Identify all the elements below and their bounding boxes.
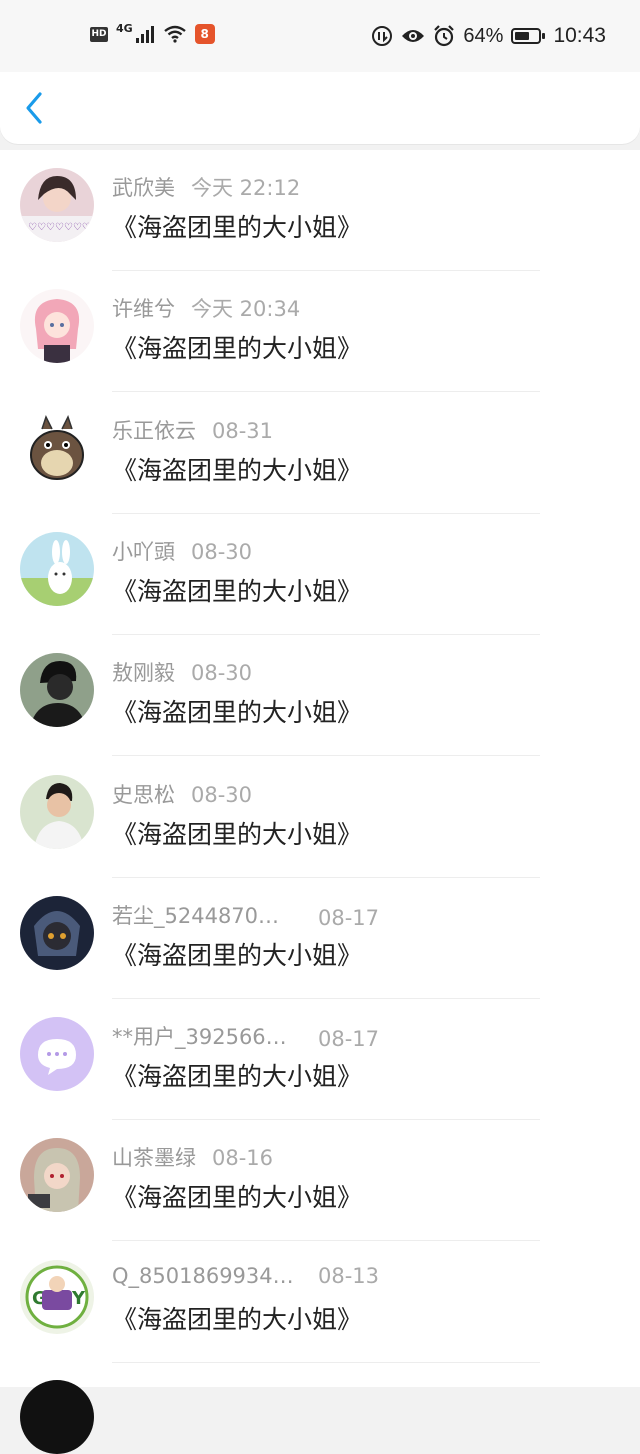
item-meta: 敖刚毅 08-30 [112,657,252,687]
list-item[interactable]: G Y Q_8501869934… 08-13 《海盗团里的大小姐》 [0,1242,640,1363]
book-title[interactable]: 《海盗团里的大小姐》 [112,451,362,487]
item-meta: **用户_392566… 08-17 [112,1021,379,1051]
timestamp: 08-17 [318,1027,380,1052]
user-name[interactable]: 许维兮 [112,293,175,323]
book-title[interactable]: 《海盗团里的大小姐》 [112,1178,362,1214]
book-title[interactable]: 《海盗团里的大小姐》 [112,1057,362,1093]
status-bar: HD 4G 8 64% 10:43 [0,0,640,72]
user-name[interactable]: 乐正依云 [112,415,196,445]
avatar[interactable] [20,774,94,849]
avatar-partial [20,1380,94,1454]
signal-icon [135,26,154,43]
list-item[interactable]: 敖刚毅 08-30 《海盗团里的大小姐》 [0,635,640,757]
user-name[interactable]: **用户_392566… [112,1021,302,1051]
list-item[interactable]: **用户_392566… 08-17 《海盗团里的大小姐》 [0,999,640,1121]
user-name[interactable]: 武欣美 [112,172,175,202]
chevron-left-icon [26,92,42,124]
user-name[interactable]: 史思松 [112,779,175,809]
row-divider [112,1361,540,1363]
data-saver-icon [372,26,393,46]
battery-level-fill [515,32,530,40]
user-name[interactable]: 敖刚毅 [112,657,175,687]
timestamp: 08-16 [212,1146,274,1171]
book-title[interactable]: 《海盗团里的大小姐》 [112,815,362,851]
comment-list[interactable]: ♡♡♡♡♡♡♡ 武欣美 今天 22:12 《海盗团里的大小姐》 许维兮 今天 20:34 《… [0,150,640,1387]
item-meta: 许维兮 今天 20:34 [112,293,300,323]
timestamp: 今天 20:34 [191,297,301,322]
wifi-icon [163,25,186,43]
list-item[interactable]: 若尘_5244870… 08-17 《海盗团里的大小姐》 [0,878,640,999]
item-meta: 史思松 08-30 [112,779,252,809]
user-name[interactable]: Q_8501869934… [112,1264,302,1288]
book-title[interactable]: 《海盗团里的大小姐》 [112,936,362,972]
book-title[interactable]: 《海盗团里的大小姐》 [112,693,362,729]
status-left: HD 4G 8 [90,21,215,44]
timestamp: 08-31 [212,418,274,443]
item-meta: Q_8501869934… 08-13 [112,1264,379,1288]
avatar[interactable] [20,289,94,364]
svg-text:♡♡♡♡♡♡♡: ♡♡♡♡♡♡♡ [28,222,91,233]
eye-icon [402,30,425,42]
book-title[interactable]: 《海盗团里的大小姐》 [112,1300,362,1336]
avatar[interactable] [20,895,94,970]
timestamp: 今天 22:12 [191,176,301,200]
timestamp: 08-17 [318,905,380,930]
alarm-icon [434,25,455,47]
list-item[interactable]: ♡♡♡♡♡♡♡ 武欣美 今天 22:12 《海盗团里的大小姐》 [0,150,640,271]
list-item[interactable]: 乐正依云 08-31 《海盗团里的大小姐》 [0,393,640,514]
battery-icon [511,28,546,44]
app-notification-icon: 8 [194,24,215,44]
top-nav-bar [0,72,640,144]
back-button[interactable] [16,84,56,132]
book-title[interactable]: 《海盗团里的大小姐》 [112,572,362,608]
item-meta: 乐正依云 08-31 [112,415,273,445]
timestamp: 08-13 [318,1263,380,1288]
svg-text:Y: Y [71,1288,86,1309]
avatar[interactable] [20,531,94,606]
network-label: 4G [116,21,133,35]
timestamp: 08-30 [191,782,253,807]
user-name[interactable]: 山茶墨绿 [112,1142,196,1172]
avatar[interactable] [20,410,94,485]
clock: 10:43 [553,24,606,47]
status-right: 64% 10:43 [371,24,606,48]
avatar[interactable]: GY [20,1259,94,1334]
avatar[interactable]: ♡♡♡♡♡♡♡ [20,168,94,242]
avatar[interactable] [20,1138,94,1213]
avatar[interactable] [20,653,94,728]
item-meta: 武欣美 今天 22:12 [112,172,300,202]
list-item[interactable]: 山茶墨绿 08-16 《海盗团里的大小姐》 [0,1120,640,1242]
book-title[interactable]: 《海盗团里的大小姐》 [112,329,362,365]
timestamp: 08-30 [191,539,253,564]
battery-percent: 64% [463,24,504,47]
list-item[interactable]: 许维兮 今天 20:34 《海盗团里的大小姐》 [0,271,640,393]
user-name[interactable]: 若尘_5244870… [112,900,302,930]
hd-icon: HD [90,26,108,42]
timestamp: 08-30 [191,661,253,686]
user-name[interactable]: 小吖頭 [112,536,175,566]
list-item[interactable]: 小吖頭 08-30 《海盗团里的大小姐》 [0,514,640,635]
item-meta: 山茶墨绿 08-16 [112,1142,273,1172]
item-meta: 小吖頭 08-30 [112,536,252,566]
book-title[interactable]: 《海盗团里的大小姐》 [112,208,362,244]
avatar[interactable] [20,1017,94,1092]
item-meta: 若尘_5244870… 08-17 [112,900,379,930]
list-item[interactable]: 史思松 08-30 《海盗团里的大小姐》 [0,757,640,878]
